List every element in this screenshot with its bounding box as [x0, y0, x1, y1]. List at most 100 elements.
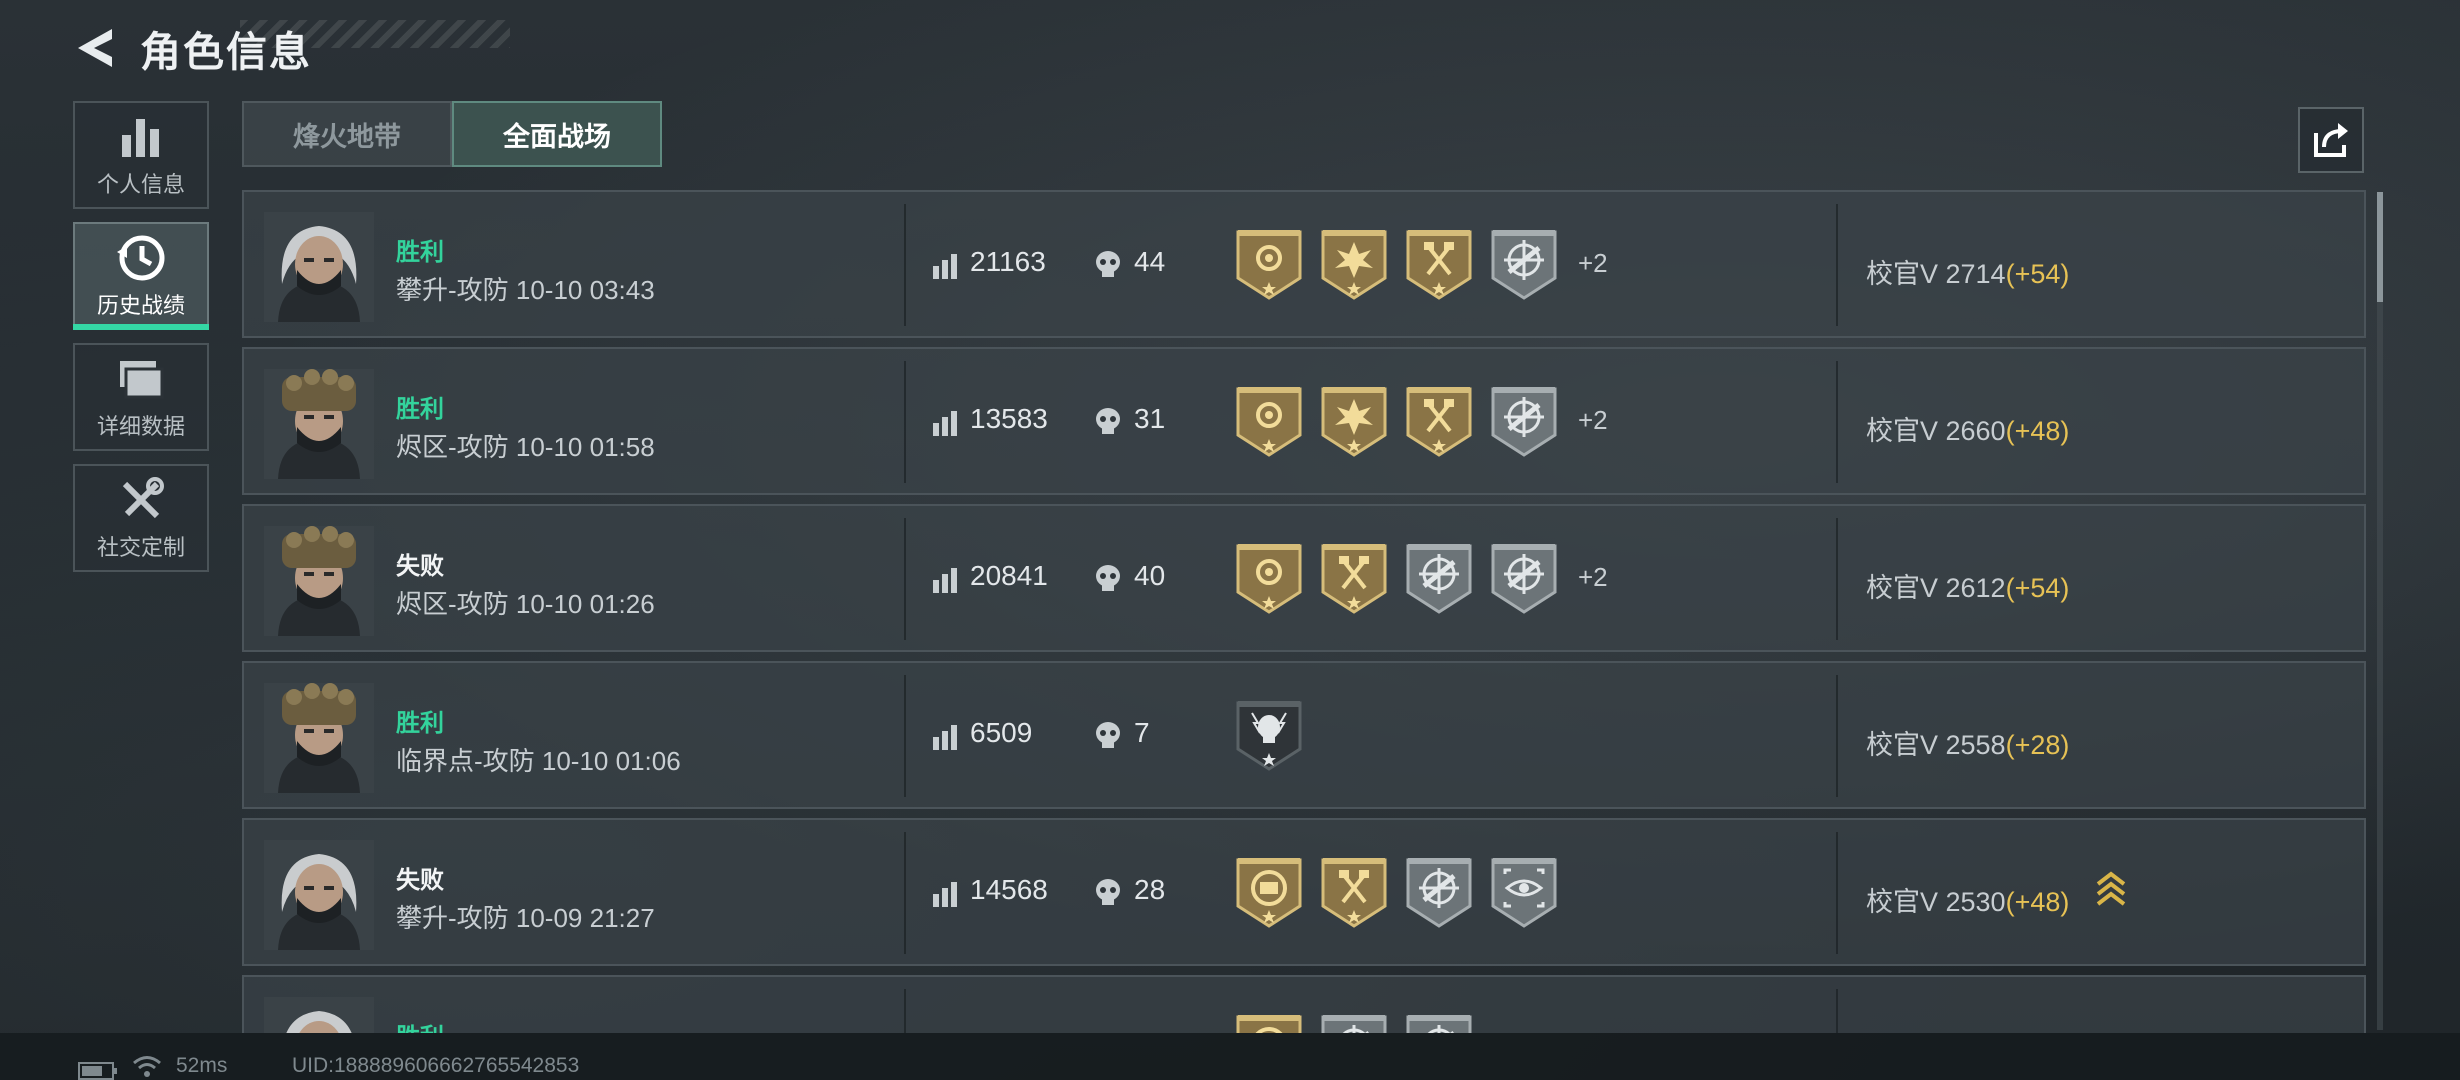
rank-delta: (+54) — [2005, 573, 2070, 603]
medal-gray-crosshair-rifle-icon — [1404, 540, 1474, 614]
mode-tabs: 烽火地带 全面战场 — [242, 101, 662, 167]
row-divider — [904, 989, 906, 1033]
sidebar-item-personal-info[interactable]: 个人信息 — [73, 101, 209, 209]
medal-gold-radio-icon — [1234, 1011, 1304, 1033]
tab-full-battlefield[interactable]: 全面战场 — [452, 101, 662, 167]
match-row[interactable]: 胜利攀升-攻防 10-10 03:43 21163 44 +2 校官V 2714(+54… — [242, 190, 2366, 338]
row-divider — [1836, 518, 1838, 640]
match-result: 失败 — [396, 867, 444, 894]
kills-skull-icon — [1096, 408, 1120, 434]
score-bars-icon — [933, 411, 957, 436]
rank-text: 校官V 2612 — [1866, 573, 2006, 603]
medal-dark-skull-lightning-icon — [1234, 697, 1304, 771]
medal-gray-crosshair-rifle-icon — [1489, 540, 1559, 614]
bar-chart-icon — [119, 111, 163, 163]
match-score: 21163 — [970, 246, 1046, 277]
medal-gray-crosshair-rifle-icon — [1489, 226, 1559, 300]
rank-info: 校官V 2558(+28) — [1866, 723, 2069, 762]
operator-avatar — [264, 683, 374, 793]
match-kills: 44 — [1134, 246, 1166, 277]
operator-avatar — [264, 997, 374, 1033]
row-divider — [904, 518, 906, 640]
ping-text: 52ms — [176, 1054, 228, 1077]
match-result: 胜利 — [396, 239, 444, 266]
tab-hazard-zone[interactable]: 烽火地带 — [242, 101, 452, 167]
medal-list: +2 — [1234, 383, 1608, 457]
more-medals-count: +2 — [1578, 247, 1608, 278]
row-divider — [1836, 204, 1838, 326]
rank-text: 校官V 2558 — [1866, 730, 2006, 760]
back-arrow-icon — [78, 29, 112, 67]
match-score: 14568 — [970, 874, 1048, 905]
medal-gray-crosshair-rifle-icon — [1404, 1011, 1474, 1033]
medal-gold-rose-icon — [1234, 226, 1304, 300]
medal-gold-axes-icon — [1404, 383, 1474, 457]
rank-delta: (+48) — [2005, 887, 2070, 917]
medal-list — [1234, 1011, 1493, 1033]
match-kills: 28 — [1134, 874, 1166, 905]
match-row[interactable]: 失败 攀升-攻防 10-09 21:27 14568 28 校官V 2530(+48) — [242, 818, 2366, 966]
more-medals-count: +2 — [1578, 561, 1608, 592]
scroll-thumb[interactable] — [2377, 192, 2383, 302]
sidebar-item-label: 历史战绩 — [96, 293, 185, 318]
sidebar: 个人信息 历史战绩 详细数据 社交定制 — [73, 101, 213, 585]
medal-list: +2 — [1234, 540, 1608, 614]
rank-info: 校官V 2714(+54) — [1866, 252, 2069, 291]
row-divider — [904, 675, 906, 797]
score-bars-icon — [933, 254, 957, 279]
match-row[interactable]: 胜利 临界点-攻防 10-10 01:06 6509 7 校官V 2558(+28) — [242, 661, 2366, 809]
rank-delta: (+48) — [2005, 416, 2070, 446]
row-divider — [1836, 989, 1838, 1033]
medal-gray-eye-target-icon — [1489, 854, 1559, 928]
medal-list — [1234, 697, 1323, 771]
match-kills: 31 — [1134, 403, 1166, 434]
medal-gray-crosshair-rifle-icon — [1489, 383, 1559, 457]
row-divider — [1836, 832, 1838, 954]
kills-skull-icon — [1096, 879, 1120, 905]
history-clock-icon — [115, 232, 167, 284]
wifi-icon — [133, 1056, 161, 1077]
medal-gold-axes-icon — [1319, 540, 1389, 614]
match-kills: 7 — [1134, 717, 1150, 748]
back-button[interactable] — [72, 20, 118, 76]
medal-gold-rose-icon — [1234, 540, 1304, 614]
sidebar-item-social-custom[interactable]: 社交定制 — [73, 464, 209, 572]
operator-avatar — [264, 840, 374, 950]
match-row[interactable]: 胜利 — [242, 975, 2366, 1033]
match-map-time: 攀升-攻防 10-10 03:43 — [396, 275, 655, 305]
kills-skull-icon — [1096, 722, 1120, 748]
match-kills: 40 — [1134, 560, 1166, 591]
share-button[interactable] — [2298, 107, 2364, 173]
medal-gold-burst-icon — [1319, 383, 1389, 457]
row-divider — [904, 832, 906, 954]
sidebar-item-label: 社交定制 — [96, 535, 185, 560]
folder-stack-icon — [116, 353, 166, 405]
match-history-list: 胜利 攀升-攻防 10-10 03:43 21163 44 +2 校官V 2714(+54… — [242, 190, 2366, 1033]
uid-text: UID:18888960666276554285​3 — [292, 1054, 580, 1077]
match-row[interactable]: 失败 烬区-攻防 10-10 01:26 20841 40 +2 校官V 2612(+54… — [242, 504, 2366, 652]
match-map-time: 烬区-攻防 10-10 01:26 — [396, 589, 655, 619]
medal-gray-crosshair-rifle-icon — [1404, 854, 1474, 928]
score-bars-icon — [933, 882, 957, 907]
rank-text: 校官V 2714 — [1866, 259, 2006, 289]
medal-list — [1234, 854, 1578, 928]
scrollbar[interactable] — [2377, 192, 2383, 1030]
sidebar-item-history[interactable]: 历史战绩 — [73, 222, 209, 330]
rank-delta: (+54) — [2005, 259, 2070, 289]
rank-delta: (+28) — [2005, 730, 2070, 760]
match-result: 胜利 — [396, 710, 444, 737]
rank-up-chevrons-icon — [2096, 871, 2126, 906]
medal-gold-rose-icon — [1234, 383, 1304, 457]
score-bars-icon — [933, 725, 957, 750]
wrench-screwdriver-icon — [117, 474, 165, 526]
match-result: 胜利 — [396, 1017, 444, 1033]
battery-icon — [78, 1062, 117, 1080]
medal-gold-radio-icon — [1234, 854, 1304, 928]
sidebar-item-detailed-data[interactable]: 详细数据 — [73, 343, 209, 451]
rank-info: 校官V 2612(+54) — [1866, 566, 2069, 605]
match-score: 13583 — [970, 403, 1048, 434]
title-decoration — [240, 20, 510, 48]
row-divider — [1836, 361, 1838, 483]
match-row[interactable]: 胜利 烬区-攻防 10-10 01:58 13583 31 +2 校官V 2660(+48… — [242, 347, 2366, 495]
sidebar-item-label: 详细数据 — [96, 414, 185, 439]
